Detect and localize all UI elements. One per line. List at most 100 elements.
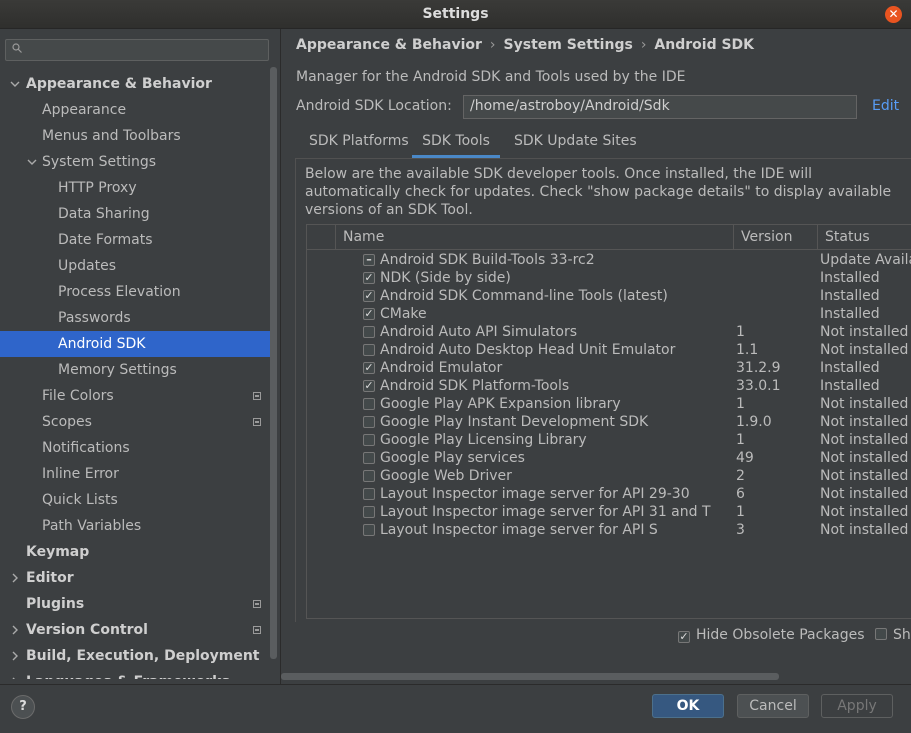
cell-version: 1.9.0 [736, 414, 772, 430]
table-row[interactable]: Android Auto API Simulators 1 Not installe… [307, 323, 911, 341]
help-button[interactable]: ? [11, 695, 35, 719]
table-row[interactable]: Google Play Instant Development SDK 1.9.0… [307, 413, 911, 431]
row-checkbox[interactable] [363, 524, 375, 536]
sidebar-item-memory-settings[interactable]: Memory Settings [0, 357, 270, 383]
table-row[interactable]: Android Auto Desktop Head Unit Emulator 1… [307, 341, 911, 359]
row-checkbox[interactable] [363, 326, 375, 338]
row-checkbox[interactable] [363, 434, 375, 446]
row-checkbox[interactable]: ✓ [363, 362, 375, 374]
row-checkbox[interactable]: ✓ [363, 290, 375, 302]
row-checkbox[interactable]: ✓ [363, 380, 375, 392]
sidebar-item-label: Notifications [42, 440, 130, 456]
ok-button[interactable]: OK [652, 694, 724, 718]
table-row[interactable]: Layout Inspector image server for API 31… [307, 503, 911, 521]
edit-link[interactable]: Edit [872, 98, 899, 114]
apply-button[interactable]: Apply [821, 694, 893, 718]
search-icon [12, 43, 22, 53]
table-row[interactable]: Google Play services 49 Not installed [307, 449, 911, 467]
chevron-right-icon[interactable] [10, 651, 20, 661]
sdk-location-field[interactable]: /home/astroboy/Android/Sdk [463, 95, 857, 119]
sidebar-item-passwords[interactable]: Passwords [0, 305, 270, 331]
chevron-down-icon[interactable] [10, 79, 20, 89]
window-title: Settings [422, 6, 489, 22]
search-input[interactable] [5, 39, 269, 61]
table-row[interactable]: Layout Inspector image server for API 29… [307, 485, 911, 503]
cell-version: 31.2.9 [736, 360, 781, 376]
settings-sidebar: Appearance & Behavior Appearance Menus and… [0, 29, 280, 679]
table-row[interactable]: Google Play APK Expansion library 1 Not in… [307, 395, 911, 413]
sidebar-item-quick-lists[interactable]: Quick Lists [0, 487, 270, 513]
column-header-version[interactable]: Version [733, 225, 817, 249]
table-row[interactable]: Layout Inspector image server for API S 3… [307, 521, 911, 539]
table-row[interactable]: – Android SDK Build-Tools 33-rc2 Update Av… [307, 251, 911, 269]
sidebar-item-plugins[interactable]: Plugins [0, 591, 270, 617]
sidebar-item-updates[interactable]: Updates [0, 253, 270, 279]
breadcrumb-item: Appearance & Behavior [296, 37, 482, 53]
sidebar-item-appearance[interactable]: Appearance [0, 97, 270, 123]
tab-sdk-update-sites[interactable]: SDK Update Sites [514, 129, 637, 158]
row-checkbox[interactable] [363, 488, 375, 500]
project-level-icon [253, 626, 261, 634]
tab-sdk-platforms[interactable]: SDK Platforms [309, 129, 409, 158]
sidebar-item-label: Path Variables [42, 518, 142, 534]
chevron-right-icon[interactable] [10, 573, 20, 583]
sidebar-item-scopes[interactable]: Scopes [0, 409, 270, 435]
cell-name: NDK (Side by side) [380, 270, 511, 286]
row-checkbox[interactable] [363, 416, 375, 428]
sidebar-item-editor[interactable]: Editor [0, 565, 270, 591]
cell-version: 2 [736, 468, 745, 484]
sidebar-item-data-sharing[interactable]: Data Sharing [0, 201, 270, 227]
row-checkbox[interactable] [363, 344, 375, 356]
cancel-button[interactable]: Cancel [737, 694, 809, 718]
table-row[interactable]: ✓ Android SDK Platform-Tools 33.0.1 Install… [307, 377, 911, 395]
chevron-right-icon[interactable] [10, 625, 20, 635]
cell-name: Google Play services [380, 450, 525, 466]
sidebar-item-appearance-behavior[interactable]: Appearance & Behavior [0, 71, 270, 97]
chevron-down-icon[interactable] [27, 157, 37, 167]
sidebar-item-notifications[interactable]: Notifications [0, 435, 270, 461]
sidebar-item-languages-frameworks[interactable]: Languages & Frameworks [0, 669, 270, 679]
sidebar-scrollbar[interactable] [270, 67, 277, 659]
sidebar-item-menus-and-toolbars[interactable]: Menus and Toolbars [0, 123, 270, 149]
chevron-right-icon[interactable] [10, 677, 20, 679]
cell-name: Android Auto Desktop Head Unit Emulator [380, 342, 676, 358]
row-checkbox[interactable]: – [363, 254, 375, 266]
sidebar-item-file-colors[interactable]: File Colors [0, 383, 270, 409]
sidebar-item-version-control[interactable]: Version Control [0, 617, 270, 643]
sidebar-item-date-formats[interactable]: Date Formats [0, 227, 270, 253]
close-icon[interactable]: ✕ [885, 6, 902, 23]
cell-status: Not installed [820, 342, 909, 358]
row-checkbox[interactable] [363, 398, 375, 410]
row-checkbox[interactable] [363, 470, 375, 482]
sidebar-item-keymap[interactable]: Keymap [0, 539, 270, 565]
column-header-status[interactable]: Status [817, 225, 911, 249]
breadcrumb-item: System Settings [503, 37, 633, 53]
tab-sdk-tools[interactable]: SDK Tools [412, 129, 500, 158]
sidebar-item-process-elevation[interactable]: Process Elevation [0, 279, 270, 305]
horizontal-scrollbar[interactable] [281, 673, 779, 680]
sidebar-item-inline-error[interactable]: Inline Error [0, 461, 270, 487]
sidebar-item-system-settings[interactable]: System Settings [0, 149, 270, 175]
checkbox-icon: ✓ [678, 630, 690, 643]
hide-obsolete-checkbox[interactable]: ✓ Hide Obsolete Packages [678, 627, 865, 643]
project-level-icon [253, 418, 261, 426]
column-header-name[interactable]: Name [335, 225, 733, 249]
cell-version: 1 [736, 432, 745, 448]
row-checkbox[interactable] [363, 506, 375, 518]
dialog-footer: ? OK Cancel Apply [0, 684, 911, 733]
row-checkbox[interactable]: ✓ [363, 308, 375, 320]
table-row[interactable]: ✓ NDK (Side by side) Installed [307, 269, 911, 287]
table-row[interactable]: Google Web Driver 2 Not installed [307, 467, 911, 485]
table-row[interactable]: ✓ Android Emulator 31.2.9 Installed [307, 359, 911, 377]
table-row[interactable]: Google Play Licensing Library 1 Not instal… [307, 431, 911, 449]
show-package-details-checkbox[interactable]: Sh [875, 627, 911, 643]
table-row[interactable]: ✓ CMake Installed [307, 305, 911, 323]
sidebar-item-path-variables[interactable]: Path Variables [0, 513, 270, 539]
sidebar-item-http-proxy[interactable]: HTTP Proxy [0, 175, 270, 201]
row-checkbox[interactable]: ✓ [363, 272, 375, 284]
row-checkbox[interactable] [363, 452, 375, 464]
sidebar-item-build-execution-deployment[interactable]: Build, Execution, Deployment [0, 643, 270, 669]
sidebar-item-android-sdk[interactable]: Android SDK [0, 331, 270, 357]
cell-status: Installed [820, 270, 880, 286]
table-row[interactable]: ✓ Android SDK Command-line Tools (latest)… [307, 287, 911, 305]
